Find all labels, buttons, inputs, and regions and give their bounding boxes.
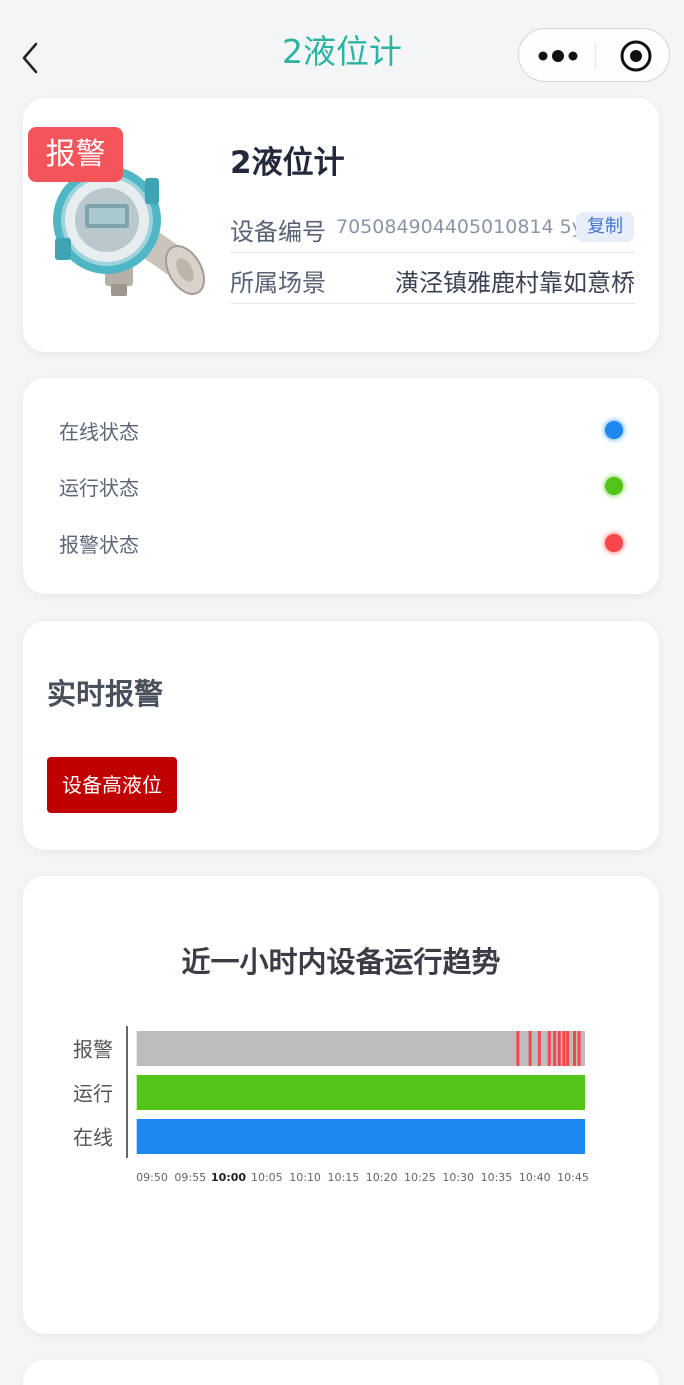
x-tick-label: 09:50 xyxy=(136,1171,168,1184)
alarm-mark xyxy=(562,1031,566,1066)
x-tick-label: 10:40 xyxy=(519,1171,551,1184)
status-row-alarm: 报警状态 xyxy=(59,523,623,563)
status-row-running: 运行状态 xyxy=(59,466,623,506)
x-tick-label: 10:45 xyxy=(557,1171,589,1184)
next-card xyxy=(23,1360,659,1385)
alarm-mark xyxy=(537,1031,541,1066)
status-dot-online xyxy=(605,421,623,439)
scene-value: 潢泾镇雅鹿村靠如意桥 xyxy=(395,269,635,297)
device-code-label: 设备编号 xyxy=(230,218,326,246)
status-label: 运行状态 xyxy=(59,476,139,500)
device-code-value: 705084904405010814 5yw1 xyxy=(336,216,611,238)
x-tick-label: 10:05 xyxy=(251,1171,283,1184)
bar-online xyxy=(136,1119,585,1154)
realtime-alarm-title: 实时报警 xyxy=(47,677,164,711)
x-tick-label: 10:30 xyxy=(442,1171,474,1184)
status-label: 报警状态 xyxy=(59,533,139,557)
bar-running xyxy=(136,1075,585,1110)
y-category-label: 报警 xyxy=(73,1038,113,1062)
device-info-card: 报警 2液位计 设备编号 705084904405010814 5yw1 复制 … xyxy=(23,98,659,352)
trend-chart: 近一小时内设备运行趋势报警运行在线 09:50 09:55 10:00 10:05 10:… xyxy=(73,945,589,1184)
alarm-mark xyxy=(516,1031,520,1066)
alarm-mark xyxy=(547,1031,551,1066)
device-code-row: 设备编号 705084904405010814 5yw1 复制 xyxy=(230,204,635,253)
status-dot-running xyxy=(605,477,623,495)
x-tick-label: 10:25 xyxy=(404,1171,436,1184)
status-card: 在线状态 运行状态 报警状态 xyxy=(23,378,659,594)
alarm-tag: 报警 xyxy=(28,127,123,182)
status-dot-alarm xyxy=(605,534,623,552)
alarm-mark xyxy=(553,1031,557,1066)
scene-row: 所属场景 潢泾镇雅鹿村靠如意桥 xyxy=(230,255,635,304)
alarm-mark xyxy=(528,1031,532,1066)
alarm-mark xyxy=(566,1031,570,1066)
realtime-alarm-card: 实时报警 设备高液位 xyxy=(23,621,659,850)
x-tick-label: 10:20 xyxy=(366,1171,398,1184)
miniprogram-capsule xyxy=(518,28,670,82)
scene-label: 所属场景 xyxy=(230,269,326,297)
more-icon[interactable] xyxy=(537,44,581,68)
capsule-divider xyxy=(595,43,596,69)
alarm-mark xyxy=(577,1031,581,1066)
x-tick-label: 10:00 xyxy=(211,1171,246,1184)
x-tick-label: 10:10 xyxy=(289,1171,321,1184)
close-target-icon[interactable] xyxy=(619,39,653,73)
chart-title: 近一小时内设备运行趋势 xyxy=(181,945,500,979)
trend-chart-card: 近一小时内设备运行趋势报警运行在线 09:50 09:55 10:00 10:05 10:… xyxy=(23,876,659,1334)
status-row-online: 在线状态 xyxy=(59,410,623,450)
status-label: 在线状态 xyxy=(59,420,139,444)
x-tick-label: 10:15 xyxy=(328,1171,360,1184)
y-category-label: 在线 xyxy=(73,1126,113,1150)
alarm-mark xyxy=(573,1031,577,1066)
x-tick-label: 10:35 xyxy=(481,1171,513,1184)
alarm-badge[interactable]: 设备高液位 xyxy=(47,757,177,813)
copy-button[interactable]: 复制 xyxy=(576,212,634,242)
x-tick-label: 09:55 xyxy=(174,1171,206,1184)
nav-bar: 2液位计 xyxy=(0,0,684,100)
y-category-label: 运行 xyxy=(73,1082,113,1106)
device-name: 2液位计 xyxy=(230,145,345,181)
device-detail-page: 2液位计 报警 2液位计 设备编号 705084904405010814 5yw… xyxy=(0,0,684,1385)
alarm-mark xyxy=(557,1031,561,1066)
